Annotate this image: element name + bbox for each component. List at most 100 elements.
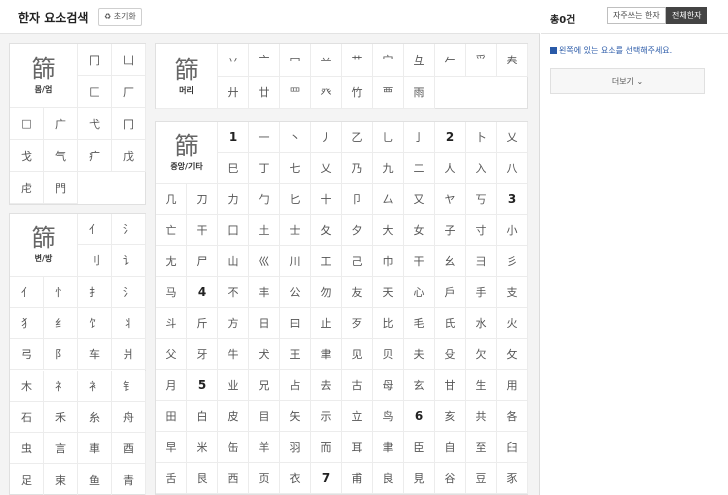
element-cell[interactable]: 母 bbox=[373, 370, 404, 401]
element-cell[interactable]: 王 bbox=[280, 339, 311, 370]
element-cell[interactable]: 亻 bbox=[78, 214, 112, 246]
element-cell[interactable]: 厶 bbox=[373, 184, 404, 215]
element-cell[interactable]: 玄 bbox=[404, 370, 435, 401]
element-cell[interactable]: 火 bbox=[497, 308, 528, 339]
element-cell[interactable]: 土 bbox=[249, 215, 280, 246]
element-cell[interactable]: 氵 bbox=[112, 214, 146, 246]
element-cell[interactable]: 白 bbox=[187, 401, 218, 432]
element-cell[interactable]: 青 bbox=[112, 464, 146, 495]
element-cell[interactable]: 人 bbox=[435, 153, 466, 184]
element-cell[interactable]: 牛 bbox=[218, 339, 249, 370]
element-cell[interactable]: 舌 bbox=[156, 463, 187, 494]
element-cell[interactable]: 卜 bbox=[466, 122, 497, 153]
element-cell[interactable]: 缶 bbox=[218, 432, 249, 463]
element-cell[interactable]: 𡗗 bbox=[497, 44, 528, 77]
element-cell[interactable]: 氵 bbox=[112, 276, 146, 308]
element-cell[interactable]: 犭 bbox=[10, 307, 44, 340]
element-cell[interactable]: 衣 bbox=[280, 463, 311, 494]
element-cell[interactable]: 聿 bbox=[311, 339, 342, 370]
element-cell[interactable]: 言 bbox=[44, 433, 78, 465]
element-cell[interactable]: 酉 bbox=[112, 433, 146, 465]
element-cell[interactable]: 歹 bbox=[342, 308, 373, 339]
element-cell[interactable]: 入 bbox=[466, 153, 497, 184]
element-cell[interactable]: 車 bbox=[78, 433, 112, 465]
element-cell[interactable]: 一 bbox=[249, 122, 280, 153]
element-cell[interactable]: 尢 bbox=[156, 246, 187, 277]
element-cell[interactable]: 皮 bbox=[218, 401, 249, 432]
element-cell[interactable]: 忄 bbox=[44, 276, 78, 308]
element-cell[interactable]: 乙 bbox=[342, 122, 373, 153]
element-cell[interactable]: 弋 bbox=[78, 108, 112, 140]
element-cell[interactable]: 厂 bbox=[112, 76, 146, 108]
element-cell[interactable]: 束 bbox=[44, 464, 78, 495]
element-cell[interactable]: 巾 bbox=[373, 246, 404, 277]
element-cell[interactable]: 虍 bbox=[10, 172, 44, 204]
element-cell[interactable]: 丰 bbox=[249, 277, 280, 308]
element-cell[interactable]: 二 bbox=[404, 153, 435, 184]
element-cell[interactable]: 夫 bbox=[404, 339, 435, 370]
element-cell[interactable]: 共 bbox=[466, 401, 497, 432]
element-cell[interactable]: 各 bbox=[497, 401, 528, 432]
element-cell[interactable]: 亡 bbox=[156, 215, 187, 246]
element-cell[interactable]: 爫 bbox=[466, 44, 497, 77]
element-cell[interactable]: 鸟 bbox=[373, 401, 404, 432]
element-cell[interactable]: 斤 bbox=[187, 308, 218, 339]
element-cell[interactable]: 小 bbox=[497, 215, 528, 246]
element-cell[interactable]: 兄 bbox=[249, 370, 280, 401]
element-cell[interactable]: 去 bbox=[311, 370, 342, 401]
element-cell[interactable]: 早 bbox=[156, 432, 187, 463]
element-cell[interactable]: 阝 bbox=[44, 339, 78, 371]
element-cell[interactable]: 气 bbox=[44, 140, 78, 172]
element-cell[interactable]: 谷 bbox=[435, 463, 466, 494]
element-cell[interactable]: 公 bbox=[280, 277, 311, 308]
element-cell[interactable]: 鱼 bbox=[78, 464, 112, 495]
element-cell[interactable]: 豆 bbox=[466, 463, 497, 494]
element-cell[interactable]: 竹 bbox=[342, 76, 373, 109]
element-cell[interactable]: 乃 bbox=[342, 153, 373, 184]
element-cell[interactable]: 矢 bbox=[280, 401, 311, 432]
element-cell[interactable]: 示 bbox=[311, 401, 342, 432]
element-cell[interactable]: 几 bbox=[156, 184, 187, 215]
element-cell[interactable]: 钅 bbox=[112, 370, 146, 402]
element-cell[interactable]: 生 bbox=[466, 370, 497, 401]
element-cell[interactable]: 牙 bbox=[187, 339, 218, 370]
element-cell[interactable]: 至 bbox=[466, 432, 497, 463]
element-cell[interactable]: 占 bbox=[280, 370, 311, 401]
element-cell[interactable]: 𠂉 bbox=[435, 44, 466, 77]
element-cell[interactable]: 士 bbox=[280, 215, 311, 246]
element-cell[interactable]: 友 bbox=[342, 277, 373, 308]
element-cell[interactable]: 亠 bbox=[249, 44, 280, 77]
element-cell[interactable]: 扌 bbox=[78, 276, 112, 308]
element-cell[interactable]: 而 bbox=[311, 432, 342, 463]
element-cell[interactable]: 廿 bbox=[249, 76, 280, 109]
element-cell[interactable]: 欠 bbox=[466, 339, 497, 370]
element-cell[interactable]: 古 bbox=[342, 370, 373, 401]
more-button[interactable]: 더보기 ⌄ bbox=[550, 68, 705, 94]
element-cell[interactable]: 勹 bbox=[249, 184, 280, 215]
element-cell[interactable]: 广 bbox=[44, 108, 78, 140]
element-cell[interactable]: 水 bbox=[466, 308, 497, 339]
element-cell[interactable]: 囗 bbox=[218, 215, 249, 246]
element-cell[interactable]: 十 bbox=[311, 184, 342, 215]
element-cell[interactable]: 自 bbox=[435, 432, 466, 463]
element-cell[interactable]: ヤ bbox=[435, 184, 466, 215]
element-cell[interactable]: 勿 bbox=[311, 277, 342, 308]
element-cell[interactable]: 䒑 bbox=[311, 44, 342, 77]
element-cell[interactable]: 羽 bbox=[280, 432, 311, 463]
element-cell[interactable]: 业 bbox=[218, 370, 249, 401]
element-cell[interactable]: 力 bbox=[218, 184, 249, 215]
element-cell[interactable]: 丿 bbox=[311, 122, 342, 153]
element-cell[interactable]: 干 bbox=[404, 246, 435, 277]
element-cell[interactable]: 甘 bbox=[435, 370, 466, 401]
element-cell[interactable]: 父 bbox=[156, 339, 187, 370]
element-cell[interactable]: 天 bbox=[373, 277, 404, 308]
element-cell[interactable]: 车 bbox=[78, 339, 112, 371]
element-cell[interactable]: 艮 bbox=[187, 463, 218, 494]
element-cell[interactable]: 心 bbox=[404, 277, 435, 308]
element-cell[interactable]: 足 bbox=[10, 464, 44, 495]
element-cell[interactable]: 廾 bbox=[218, 76, 249, 109]
element-cell[interactable]: 幺 bbox=[435, 246, 466, 277]
element-cell[interactable]: 戶 bbox=[435, 277, 466, 308]
element-cell[interactable]: 方 bbox=[218, 308, 249, 339]
element-cell[interactable]: 覀 bbox=[373, 76, 404, 109]
